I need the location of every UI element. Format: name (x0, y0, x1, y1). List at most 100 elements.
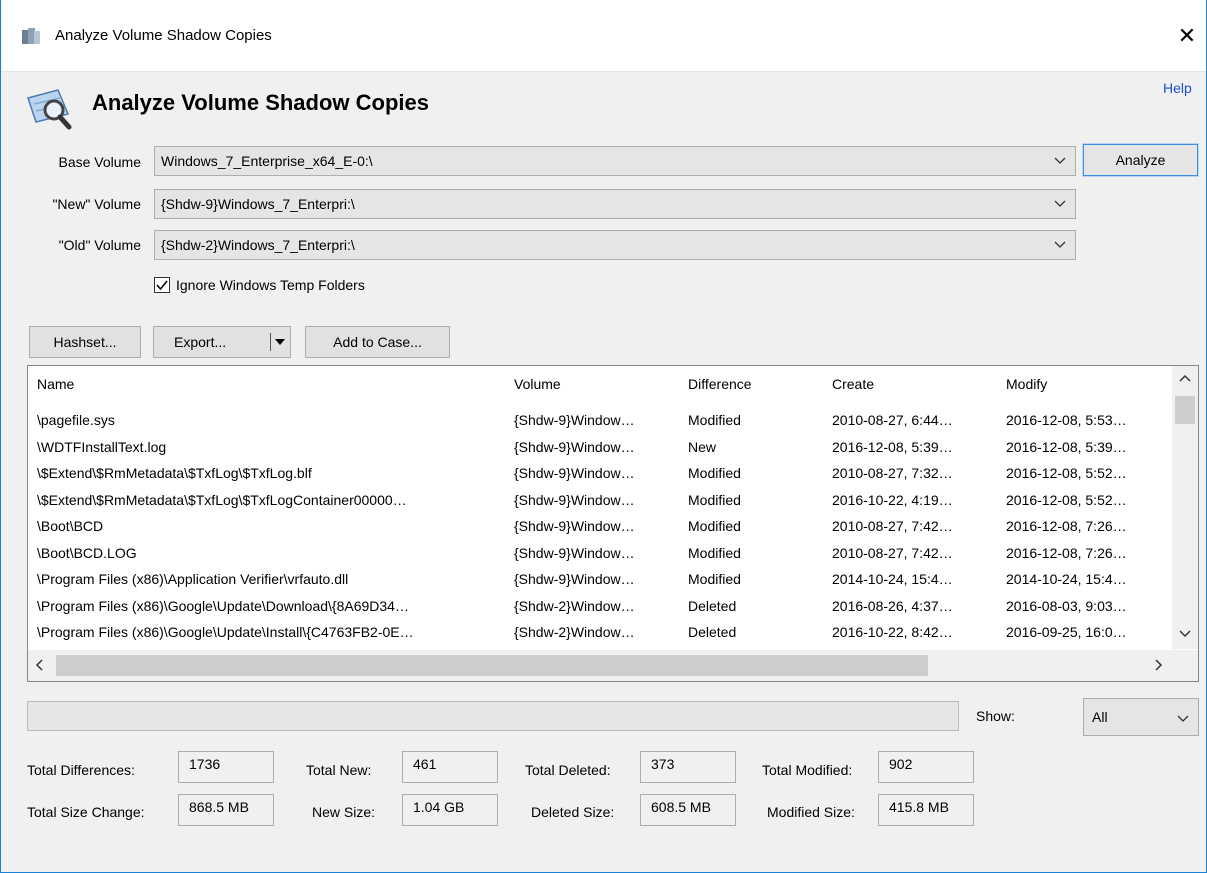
modified-size-value: 415.8 MB (878, 794, 974, 826)
deleted-size-value: 608.5 MB (640, 794, 736, 826)
window-title: Analyze Volume Shadow Copies (55, 27, 272, 44)
total-differences-value: 1736 (178, 751, 274, 783)
old-volume-label: "Old" Volume (58, 237, 141, 253)
create-cell: 2016-10-22, 8:42… (832, 624, 953, 640)
name-cell: \Program Files (x86)\Google\Update\Insta… (37, 624, 414, 640)
checkmark-icon (156, 280, 168, 291)
difference-cell: Modified (688, 491, 741, 508)
modify-cell: 2016-12-08, 7:26… (1006, 518, 1127, 534)
difference-cell: Modified (688, 412, 741, 428)
modify-cell: 2016-12-08, 5:52… (1006, 465, 1127, 481)
chevron-down-icon (1054, 200, 1066, 207)
difference-cell: Modified (688, 465, 741, 481)
create-cell: 2014-10-24, 15:4… (832, 571, 953, 587)
difference-cell: Modified (688, 518, 741, 534)
hashset-button[interactable]: Hashset... (29, 326, 141, 358)
modify-cell: 2016-12-08, 7:26… (1006, 544, 1127, 561)
total-new-value: 461 (402, 751, 498, 783)
scroll-right-icon[interactable] (1153, 658, 1165, 672)
name-cell: \Boot\BCD.LOG (37, 544, 137, 561)
column-header-create[interactable]: Create (832, 376, 874, 392)
dialog-heading: Analyze Volume Shadow Copies (92, 90, 429, 115)
modify-cell: 2016-12-08, 5:52… (1006, 491, 1127, 508)
ignore-temp-label[interactable]: Ignore Windows Temp Folders (176, 277, 365, 293)
new-size-label: New Size: (312, 804, 376, 820)
horizontal-scroll-thumb[interactable] (56, 655, 928, 676)
old-volume-value: {Shdw-2}Windows_7_Enterpri:\ (161, 237, 355, 253)
scroll-up-icon[interactable] (1178, 372, 1192, 384)
modify-cell: 2014-10-24, 15:4… (1006, 571, 1127, 587)
dropdown-arrow-icon[interactable] (274, 337, 286, 347)
vertical-scroll-thumb[interactable] (1175, 396, 1195, 424)
base-volume-select[interactable]: Windows_7_Enterprise_x64_E-0:\ (154, 146, 1076, 176)
column-header-volume[interactable]: Volume (514, 376, 561, 392)
add-to-case-button[interactable]: Add to Case... (305, 326, 450, 358)
column-header-name[interactable]: Name (37, 376, 74, 392)
volume-cell: {Shdw-9}Window… (514, 544, 635, 561)
new-size-value: 1.04 GB (402, 794, 498, 826)
close-button[interactable]: ✕ (1170, 20, 1204, 52)
volume-cell: {Shdw-9}Window… (514, 518, 635, 534)
total-deleted-label: Total Deleted: (525, 762, 611, 778)
base-volume-value: Windows_7_Enterprise_x64_E-0:\ (161, 153, 373, 169)
total-new-label: Total New: (306, 762, 372, 778)
magnifier-map-icon (24, 84, 74, 130)
scroll-corner (1172, 650, 1198, 681)
total-modified-value: 902 (878, 751, 974, 783)
chevron-down-icon (1177, 715, 1189, 722)
name-cell: \Program Files (x86)\Application Verifie… (37, 571, 349, 587)
chevron-down-icon (1054, 157, 1066, 164)
total-deleted-value: 373 (640, 751, 736, 783)
modify-cell: 2016-12-08, 5:39… (1006, 438, 1127, 455)
progress-bar (27, 701, 959, 731)
name-cell: \pagefile.sys (37, 412, 115, 428)
create-cell: 2010-08-27, 7:42… (832, 544, 953, 561)
modify-cell: 2016-12-08, 5:53… (1006, 412, 1127, 428)
create-cell: 2010-08-27, 6:44… (832, 412, 953, 428)
scroll-left-icon[interactable] (33, 658, 45, 672)
close-icon: ✕ (1177, 23, 1197, 48)
analyze-button[interactable]: Analyze (1082, 143, 1199, 177)
volume-cell: {Shdw-9}Window… (514, 412, 635, 428)
ignore-temp-checkbox[interactable] (154, 277, 170, 293)
modify-cell: 2016-08-03, 9:03… (1006, 597, 1127, 614)
new-volume-select[interactable]: {Shdw-9}Windows_7_Enterpri:\ (154, 189, 1076, 219)
new-volume-value: {Shdw-9}Windows_7_Enterpri:\ (161, 196, 355, 212)
show-label: Show: (976, 708, 1015, 724)
modified-size-label: Modified Size: (767, 804, 855, 820)
shadow-copy-icon (20, 26, 42, 46)
name-cell: \$Extend\$RmMetadata\$TxfLog\$TxfLogCont… (37, 491, 407, 508)
volume-cell: {Shdw-9}Window… (514, 438, 635, 455)
total-size-change-value: 868.5 MB (178, 794, 274, 826)
show-filter-select[interactable]: All (1083, 698, 1199, 736)
deleted-size-label: Deleted Size: (531, 804, 615, 820)
modify-cell: 2016-09-25, 16:0… (1006, 624, 1127, 640)
split-divider (270, 333, 271, 351)
difference-cell: Deleted (688, 597, 737, 614)
difference-cell: Deleted (688, 624, 737, 640)
volume-cell: {Shdw-9}Window… (514, 571, 635, 587)
scroll-down-icon[interactable] (1178, 628, 1192, 640)
column-header-modify[interactable]: Modify (1006, 376, 1047, 392)
volume-cell: {Shdw-9}Window… (514, 491, 635, 508)
create-cell: 2010-08-27, 7:42… (832, 518, 953, 534)
name-cell: \Program Files (x86)\Google\Update\Downl… (37, 597, 409, 614)
show-filter-value: All (1092, 709, 1108, 725)
total-differences-label: Total Differences: (27, 762, 135, 778)
name-cell: \$Extend\$RmMetadata\$TxfLog\$TxfLog.blf (37, 465, 312, 481)
name-cell: \WDTFInstallText.log (37, 438, 167, 455)
base-volume-label: Base Volume (58, 154, 142, 170)
difference-cell: Modified (688, 571, 741, 587)
create-cell: 2016-08-26, 4:37… (832, 597, 953, 614)
total-size-change-label: Total Size Change: (27, 804, 145, 820)
column-header-difference[interactable]: Difference (688, 376, 752, 392)
old-volume-select[interactable]: {Shdw-2}Windows_7_Enterpri:\ (154, 230, 1076, 260)
export-label: Export... (174, 334, 227, 350)
volume-cell: {Shdw-2}Window… (514, 597, 635, 614)
create-cell: 2016-12-08, 5:39… (832, 438, 953, 455)
help-link[interactable]: Help (1163, 80, 1192, 96)
export-button[interactable]: Export... (153, 326, 291, 358)
total-modified-label: Total Modified: (762, 762, 853, 778)
create-cell: 2016-10-22, 4:19… (832, 491, 953, 508)
chevron-down-icon (1054, 241, 1066, 248)
